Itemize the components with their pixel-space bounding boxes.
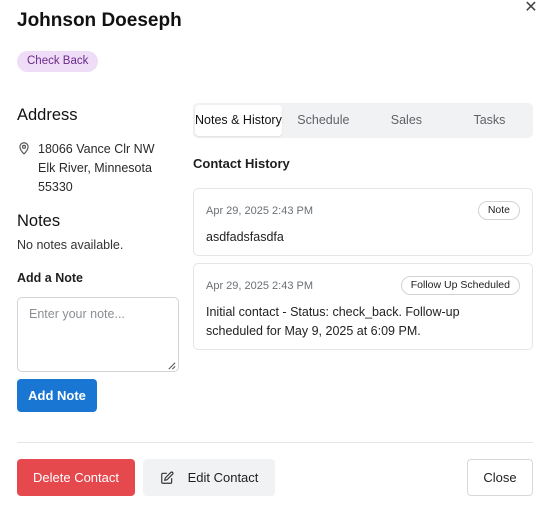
edit-icon (160, 471, 174, 484)
tab-schedule[interactable]: Schedule (282, 105, 365, 136)
delete-contact-label: Delete Contact (33, 470, 119, 485)
history-entry: Apr 29, 2025 2:43 PM Follow Up Scheduled… (193, 263, 533, 350)
note-input[interactable] (17, 297, 179, 372)
edit-contact-button[interactable]: Edit Contact (143, 459, 275, 496)
map-pin-icon (19, 142, 29, 155)
edit-contact-label: Edit Contact (187, 470, 259, 485)
notes-title: Notes (17, 212, 61, 230)
history-entry: Apr 29, 2025 2:43 PM Note asdfadsfasdfa (193, 188, 533, 256)
address-title: Address (17, 106, 78, 124)
resize-grip-icon[interactable] (167, 361, 176, 370)
address-line-street: 18066 Vance Clr NW (38, 142, 155, 156)
footer-divider (17, 442, 533, 443)
contact-name: Johnson Doeseph (17, 10, 182, 31)
add-note-button[interactable]: Add Note (17, 379, 97, 412)
address-text: 18066 Vance Clr NW Elk River, Minnesota … (38, 140, 155, 197)
close-button-label: Close (483, 470, 517, 485)
delete-contact-button[interactable]: Delete Contact (17, 459, 135, 496)
address-block: 18066 Vance Clr NW Elk River, Minnesota … (17, 140, 177, 197)
history-entry-text: Initial contact - Status: check_back. Fo… (206, 305, 460, 338)
add-note-label: Add a Note (17, 271, 83, 285)
history-entry-date: Apr 29, 2025 2:43 PM (206, 204, 314, 217)
contact-history-title: Contact History (193, 156, 290, 171)
close-button[interactable]: Close (467, 459, 533, 496)
history-entry-date: Apr 29, 2025 2:43 PM (206, 279, 314, 292)
notes-empty-text: No notes available. (17, 238, 124, 252)
close-icon[interactable]: ✕ (524, 0, 538, 16)
tab-tasks[interactable]: Tasks (448, 105, 531, 136)
status-badge: Check Back (17, 51, 99, 72)
history-entry-text: asdfadsfasdfa (206, 230, 284, 244)
address-line-city: Elk River, Minnesota (38, 161, 152, 175)
history-entry-type-badge: Note (477, 201, 520, 220)
tab-bar: Notes & History Schedule Sales Tasks (193, 103, 533, 138)
history-entry-type-badge: Follow Up Scheduled (400, 276, 520, 295)
tab-notes-history[interactable]: Notes & History (195, 105, 282, 136)
address-line-zip: 55330 (38, 180, 73, 194)
tab-sales[interactable]: Sales (365, 105, 448, 136)
